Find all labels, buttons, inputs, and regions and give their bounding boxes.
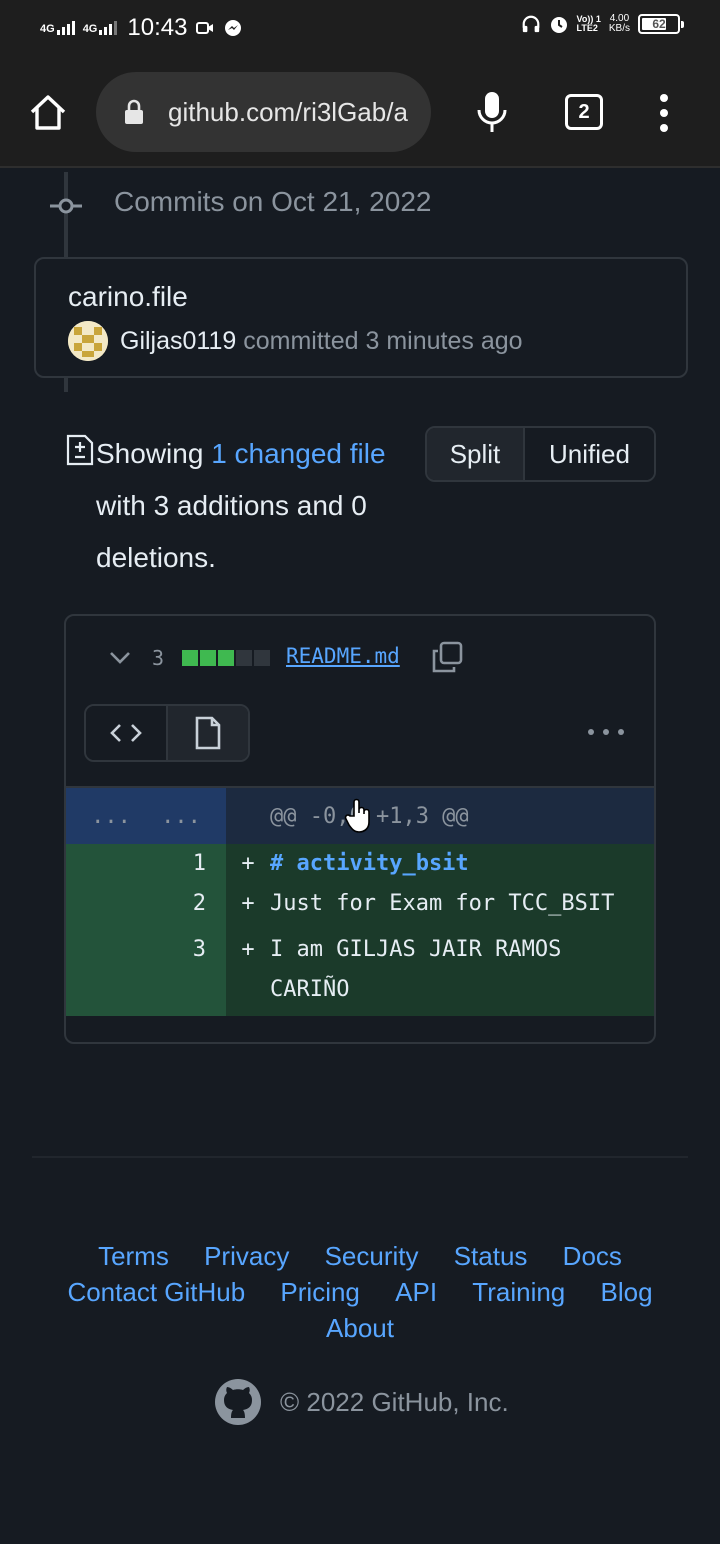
home-icon xyxy=(30,95,66,130)
footer-links: Terms Privacy Security Status Docs Conta… xyxy=(40,1238,680,1346)
footer-link-pricing[interactable]: Pricing xyxy=(280,1274,359,1310)
file-diff-card: 3 README.md ... ... @@ -0,0 +1,3 @@ 1 + #… xyxy=(64,614,656,1044)
status-bar-right: Vo)) 1 LTE2 4.00 KB/s 62 xyxy=(521,14,684,34)
avatar[interactable] xyxy=(68,321,108,361)
more-options-button[interactable] xyxy=(588,726,624,738)
diffstat-block-neutral xyxy=(254,650,270,666)
file-name-link[interactable]: README.md xyxy=(286,644,400,668)
home-button[interactable] xyxy=(28,92,68,132)
footer-link-terms[interactable]: Terms xyxy=(98,1238,169,1274)
headphones-icon xyxy=(521,14,541,34)
commit-icon xyxy=(50,198,82,214)
footer-link-privacy[interactable]: Privacy xyxy=(204,1238,289,1274)
status-bar: 4G 4G 10:43 Vo)) 1 LTE2 4.00 KB/s 62 xyxy=(0,0,720,56)
unified-view-button[interactable]: Unified xyxy=(525,428,654,480)
footer-link-contact[interactable]: Contact GitHub xyxy=(67,1274,245,1310)
hand-pointer-icon xyxy=(344,798,370,833)
line-number[interactable]: 1 xyxy=(66,844,226,884)
line-sign: + xyxy=(241,851,255,876)
commit-meta: Giljas0119 committed 3 minutes ago xyxy=(120,327,523,356)
network-indicator-2: 4G xyxy=(83,21,118,35)
commit-title[interactable]: carino.file xyxy=(68,281,188,313)
hunk-right-dots: ... xyxy=(161,803,201,829)
diff-line-row: 2 + Just for Exam for TCC_BSIT xyxy=(66,884,654,930)
network-label-1: 4G xyxy=(40,23,55,35)
address-bar[interactable]: github.com/ri3lGab/a xyxy=(96,72,431,152)
view-source-button[interactable] xyxy=(86,706,168,760)
hunk-header: @@ -0,0 +1,3 @@ xyxy=(226,788,654,844)
copyright-text: © 2022 GitHub, Inc. xyxy=(280,1386,509,1417)
code-icon xyxy=(110,724,142,742)
footer-link-about[interactable]: About xyxy=(326,1310,394,1346)
footer-link-status[interactable]: Status xyxy=(454,1238,528,1274)
diffstat-block-neutral xyxy=(236,650,252,666)
diffstat-block-added xyxy=(218,650,234,666)
line-number[interactable]: 3 xyxy=(66,930,226,1016)
chevron-down-icon[interactable] xyxy=(108,650,132,666)
diff-view-toggle: Split Unified xyxy=(425,426,656,482)
clock: 10:43 xyxy=(127,14,188,41)
messenger-icon xyxy=(223,18,243,38)
lock-icon xyxy=(125,99,143,124)
footer-link-docs[interactable]: Docs xyxy=(563,1238,622,1274)
file-icon xyxy=(195,716,221,750)
signal-bars-icon xyxy=(56,21,75,35)
github-logo-icon[interactable] xyxy=(214,1378,262,1426)
commits-date-heading: Commits on Oct 21, 2022 xyxy=(114,186,432,217)
battery-level: 62 xyxy=(652,17,666,31)
voice-search-button[interactable] xyxy=(476,90,508,136)
microphone-icon xyxy=(477,92,507,132)
footer-copyright: © 2022 GitHub, Inc. xyxy=(214,1378,509,1426)
file-diff-icon xyxy=(66,434,94,466)
footer-link-training[interactable]: Training xyxy=(472,1274,565,1310)
hunk-header-row: ... ... @@ -0,0 +1,3 @@ xyxy=(66,788,654,844)
footer-link-api[interactable]: API xyxy=(395,1274,437,1310)
line-number[interactable]: 2 xyxy=(66,884,226,930)
diffstat-block-added xyxy=(200,650,216,666)
summary-showing: Showing xyxy=(96,438,212,469)
diffstat-blocks xyxy=(182,650,270,666)
battery-icon: 62 xyxy=(638,14,684,34)
footer-link-security[interactable]: Security xyxy=(325,1238,419,1274)
diffstat-count: 3 xyxy=(152,646,165,670)
changed-files-link[interactable]: 1 changed file xyxy=(211,438,385,469)
tab-switcher-button[interactable]: 2 xyxy=(565,94,603,130)
line-sign: + xyxy=(241,891,255,916)
line-sign: + xyxy=(241,937,255,962)
footer-link-blog[interactable]: Blog xyxy=(601,1274,653,1310)
split-view-button[interactable]: Split xyxy=(427,428,525,480)
signal-bars-icon xyxy=(99,21,118,35)
view-rich-diff-button[interactable] xyxy=(168,706,248,760)
network-speed: 4.00 KB/s xyxy=(609,14,630,34)
speed-unit: KB/s xyxy=(608,23,630,34)
browser-menu-button[interactable] xyxy=(658,94,670,132)
hunk-expand-gutter[interactable]: ... ... xyxy=(66,788,226,844)
browser-toolbar: github.com/ri3lGab/a 2 xyxy=(0,56,720,168)
volte-label-2: LTE2 xyxy=(576,23,598,33)
network-label-2: 4G xyxy=(82,23,98,35)
network-indicator-1: 4G xyxy=(40,21,75,35)
diff-line-row: 3 + I am GILJAS JAIR RAMOS CARIÑO xyxy=(66,930,654,1016)
line-text: Just for Exam for TCC_BSIT xyxy=(270,891,615,916)
copy-icon[interactable] xyxy=(430,640,464,674)
commit-card: carino.file Giljas0119 committed 3 minut… xyxy=(34,257,688,378)
changes-summary: Showing 1 changed file with 3 additions … xyxy=(96,428,416,584)
file-view-buttons xyxy=(84,704,250,762)
summary-rest: with 3 additions and 0 deletions. xyxy=(96,490,367,573)
volte-indicator: Vo)) 1 LTE2 xyxy=(577,15,601,33)
url-text[interactable]: github.com/ri3lGab/a xyxy=(168,97,408,128)
tab-count: 2 xyxy=(578,100,590,123)
line-text: # activity_bsit xyxy=(270,851,469,876)
diff-line-row: 1 + # activity_bsit xyxy=(66,844,654,884)
diff-table: ... ... @@ -0,0 +1,3 @@ 1 + # activity_bs… xyxy=(66,786,654,1016)
alarm-icon xyxy=(549,14,569,34)
commit-time-text: committed 3 minutes ago xyxy=(236,327,523,355)
video-record-icon xyxy=(195,18,215,38)
diffstat-block-added xyxy=(182,650,198,666)
footer-divider xyxy=(32,1156,688,1158)
line-text: I am GILJAS JAIR RAMOS CARIÑO xyxy=(270,937,562,1002)
status-bar-left: 4G 4G 10:43 xyxy=(40,14,243,42)
hunk-left-dots: ... xyxy=(91,803,131,829)
commit-author[interactable]: Giljas0119 xyxy=(120,327,236,355)
